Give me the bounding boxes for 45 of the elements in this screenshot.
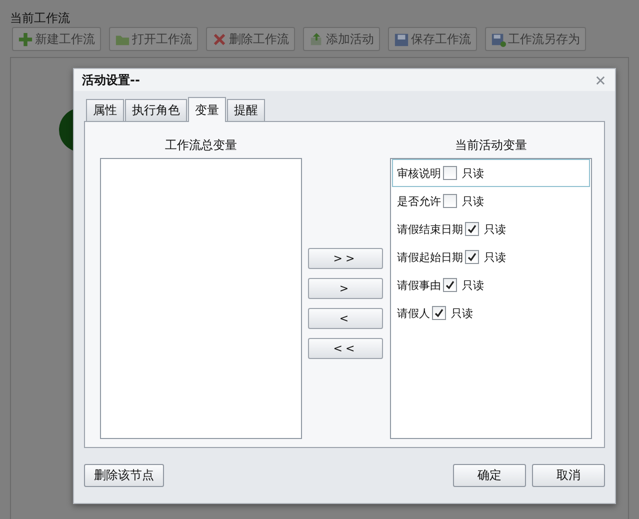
transfer-button[interactable]: > xyxy=(308,278,383,299)
floppy-icon xyxy=(394,32,409,46)
delete-node-button[interactable]: 删除该节点 xyxy=(84,464,164,487)
readonly-label: 只读 xyxy=(462,278,484,292)
checkbox[interactable] xyxy=(432,306,446,320)
readonly-label: 只读 xyxy=(462,194,484,208)
checkbox[interactable] xyxy=(443,194,457,208)
checkbox[interactable] xyxy=(443,278,457,292)
readonly-label: 只读 xyxy=(484,250,506,264)
cancel-button[interactable]: 取消 xyxy=(532,464,605,487)
plus-icon xyxy=(18,32,33,46)
tab[interactable]: 变量 xyxy=(188,97,226,122)
transfer-button[interactable]: >> xyxy=(308,248,383,269)
ok-button[interactable]: 确定 xyxy=(453,464,526,487)
list-heading: 当前活动变量 xyxy=(454,137,528,154)
list-item[interactable]: 请假事由 只读 xyxy=(392,271,590,299)
list-heading: 工作流总变量 xyxy=(164,137,238,154)
transfer-button[interactable]: << xyxy=(308,338,383,359)
list-item[interactable]: 请假起始日期 只读 xyxy=(392,243,590,271)
tab[interactable]: 属性 xyxy=(86,99,124,121)
arrow-icon xyxy=(309,32,324,46)
close-icon[interactable] xyxy=(596,76,605,84)
transfer-button[interactable]: < xyxy=(308,308,383,329)
variable-name: 请假起始日期 xyxy=(397,250,463,264)
checkbox[interactable] xyxy=(465,250,479,264)
variable-name: 请假事由 xyxy=(397,278,441,292)
selected-list-item[interactable]: 审核说明 只读 xyxy=(392,159,590,187)
readonly-label: 只读 xyxy=(462,166,484,180)
variable-name: 审核说明 xyxy=(397,166,441,180)
tab[interactable]: 执行角色 xyxy=(125,99,187,121)
variable-name: 请假人 xyxy=(397,306,430,320)
readonly-label: 只读 xyxy=(484,222,506,236)
checkbox[interactable] xyxy=(465,222,479,236)
page-title: 当前工作流 xyxy=(10,10,71,26)
dialog-title: 活动设置-- xyxy=(82,72,140,88)
list-item[interactable]: 请假结束日期 只读 xyxy=(392,215,590,243)
checkbox[interactable] xyxy=(443,166,457,180)
list-item[interactable]: 请假人 只读 xyxy=(392,299,590,327)
delete-icon xyxy=(212,32,227,46)
variable-name: 是否允许 xyxy=(397,194,441,208)
floppy-icon xyxy=(491,32,506,46)
readonly-label: 只读 xyxy=(451,306,473,320)
variable-name: 请假结束日期 xyxy=(397,222,463,236)
list-item[interactable]: 是否允许 只读 xyxy=(392,187,590,215)
tab[interactable]: 提醒 xyxy=(227,99,265,121)
